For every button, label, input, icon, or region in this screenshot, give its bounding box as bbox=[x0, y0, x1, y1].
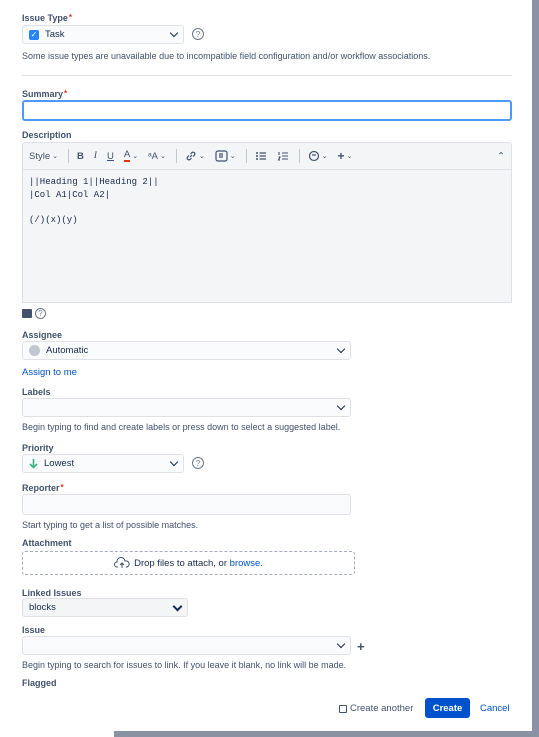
create-button[interactable]: Create bbox=[425, 698, 470, 718]
linked-issues-value: blocks bbox=[29, 602, 56, 613]
priority-value: Lowest bbox=[29, 458, 171, 469]
bullet-list-icon bbox=[255, 152, 266, 160]
required-mark: * bbox=[64, 89, 68, 98]
chevron-down-icon bbox=[336, 639, 346, 649]
insert-more-button[interactable]: + ⌄ bbox=[338, 149, 353, 163]
bullet-list-button[interactable] bbox=[255, 150, 267, 162]
text-color-icon: A bbox=[123, 149, 131, 162]
attachment-label: Attachment bbox=[22, 538, 72, 548]
task-icon: ✓ bbox=[29, 29, 39, 40]
linked-issues-select[interactable]: blocks bbox=[22, 598, 188, 617]
reporter-help: Start typing to get a list of possible m… bbox=[22, 520, 199, 530]
summary-label: Summary* bbox=[22, 89, 67, 99]
backdrop-overlay-bottom bbox=[0, 731, 539, 737]
help-icon[interactable]: ? bbox=[192, 28, 204, 40]
toolbar-separator bbox=[175, 149, 177, 163]
more-formatting-button[interactable]: ᵃA ⌄ bbox=[148, 151, 166, 162]
drop-text: Drop files to attach, or bbox=[134, 557, 230, 569]
assignee-value: Automatic bbox=[29, 345, 338, 356]
toolbar-separator bbox=[68, 149, 69, 163]
chevron-down-icon: ⌄ bbox=[198, 153, 205, 160]
link-icon bbox=[186, 151, 196, 161]
labels-help: Begin typing to find and create labels o… bbox=[22, 422, 341, 432]
labels-input[interactable] bbox=[22, 398, 351, 417]
emoji-button[interactable]: ⌄ bbox=[308, 150, 328, 162]
toolbar-separator bbox=[298, 149, 300, 163]
issue-type-value: ✓ Task bbox=[29, 29, 171, 40]
attachment-button[interactable]: ⌄ bbox=[215, 150, 236, 162]
priority-select[interactable]: Lowest bbox=[22, 454, 184, 473]
italic-button[interactable]: I bbox=[94, 151, 97, 161]
chevron-down-icon: ⌄ bbox=[229, 153, 236, 160]
attachment-dropzone[interactable]: Drop files to attach, or browse. bbox=[22, 551, 355, 575]
dialog-corner bbox=[0, 731, 114, 737]
text-color-button[interactable]: A ⌄ bbox=[123, 149, 139, 162]
help-icon[interactable]: ? bbox=[192, 457, 204, 469]
assignee-text: Automatic bbox=[46, 345, 89, 356]
description-label: Description bbox=[22, 130, 72, 140]
chevron-down-icon: ⌄ bbox=[321, 153, 328, 160]
collapse-toolbar-button[interactable]: ⌃ bbox=[497, 151, 505, 162]
assign-to-me-link[interactable]: Assign to me bbox=[22, 367, 77, 378]
plus-icon: + bbox=[337, 149, 345, 163]
help-icon[interactable]: ? bbox=[35, 308, 46, 319]
flagged-label: Flagged bbox=[22, 678, 57, 688]
chevron-down-icon: ⌄ bbox=[132, 153, 139, 160]
cancel-button[interactable]: Cancel bbox=[480, 703, 510, 714]
underline-button[interactable]: U bbox=[107, 151, 114, 162]
labels-label: Labels bbox=[22, 387, 51, 397]
chevron-down-icon bbox=[336, 401, 346, 411]
create-another-checkbox[interactable] bbox=[339, 704, 347, 713]
attachment-icon bbox=[215, 150, 228, 162]
issue-type-label: Issue Type* bbox=[22, 13, 72, 23]
reporter-input[interactable] bbox=[22, 494, 351, 515]
bold-button[interactable]: B bbox=[77, 151, 84, 162]
assignee-label: Assignee bbox=[22, 330, 63, 340]
assignee-select[interactable]: Automatic bbox=[22, 341, 351, 360]
issue-type-text: Task bbox=[45, 29, 65, 40]
more-formatting-icon: ᵃA bbox=[148, 150, 159, 162]
create-another-label: Create another bbox=[350, 703, 414, 714]
priority-label: Priority bbox=[22, 443, 54, 453]
arrow-down-icon bbox=[29, 459, 38, 469]
chevron-down-icon bbox=[169, 28, 179, 38]
priority-text: Lowest bbox=[44, 458, 75, 469]
toolbar-separator bbox=[245, 149, 247, 163]
chevron-down-icon bbox=[172, 601, 183, 611]
issue-type-select[interactable]: ✓ Task bbox=[22, 25, 184, 44]
issue-select[interactable] bbox=[22, 636, 351, 655]
link-button[interactable]: ⌄ bbox=[185, 150, 205, 162]
issue-label: Issue bbox=[22, 625, 46, 635]
summary-input[interactable] bbox=[22, 100, 512, 121]
text-mode-icon[interactable] bbox=[22, 309, 32, 318]
reporter-label-text: Reporter bbox=[22, 483, 60, 493]
required-mark: * bbox=[68, 13, 72, 22]
browse-link[interactable]: browse. bbox=[230, 558, 263, 569]
chevron-down-icon bbox=[169, 457, 179, 467]
avatar bbox=[29, 345, 40, 356]
divider bbox=[22, 75, 512, 76]
numbered-list-icon bbox=[277, 152, 288, 161]
cloud-upload-icon bbox=[114, 557, 130, 568]
chevron-down-icon: ⌄ bbox=[160, 153, 166, 160]
emoji-icon bbox=[308, 150, 319, 162]
create-another-option[interactable]: Create another bbox=[339, 703, 413, 714]
style-label: Style bbox=[29, 150, 51, 162]
issue-type-label-text: Issue Type bbox=[22, 13, 68, 23]
summary-label-text: Summary bbox=[22, 89, 64, 99]
issue-type-help: Some issue types are unavailable due to … bbox=[22, 51, 431, 61]
reporter-label: Reporter* bbox=[22, 483, 64, 493]
chevron-down-icon bbox=[336, 344, 346, 354]
chevron-down-icon: ⌄ bbox=[52, 153, 58, 160]
required-mark: * bbox=[60, 483, 64, 492]
issue-help: Begin typing to search for issues to lin… bbox=[22, 660, 347, 670]
backdrop-overlay-right bbox=[532, 0, 539, 737]
editor-toolbar: Style ⌄ B I U A ⌄ ᵃA ⌄ ⌄ ⌄ ⌄ + ⌄ ⌃ bbox=[22, 142, 512, 169]
description-editor[interactable]: ||Heading 1||Heading 2|| |Col A1|Col A2|… bbox=[22, 169, 512, 303]
style-dropdown[interactable]: Style ⌄ bbox=[29, 151, 58, 162]
numbered-list-button[interactable] bbox=[277, 150, 289, 162]
add-issue-icon[interactable]: + bbox=[357, 639, 365, 654]
chevron-down-icon: ⌄ bbox=[346, 153, 353, 160]
linked-issues-label: Linked Issues bbox=[22, 588, 82, 598]
